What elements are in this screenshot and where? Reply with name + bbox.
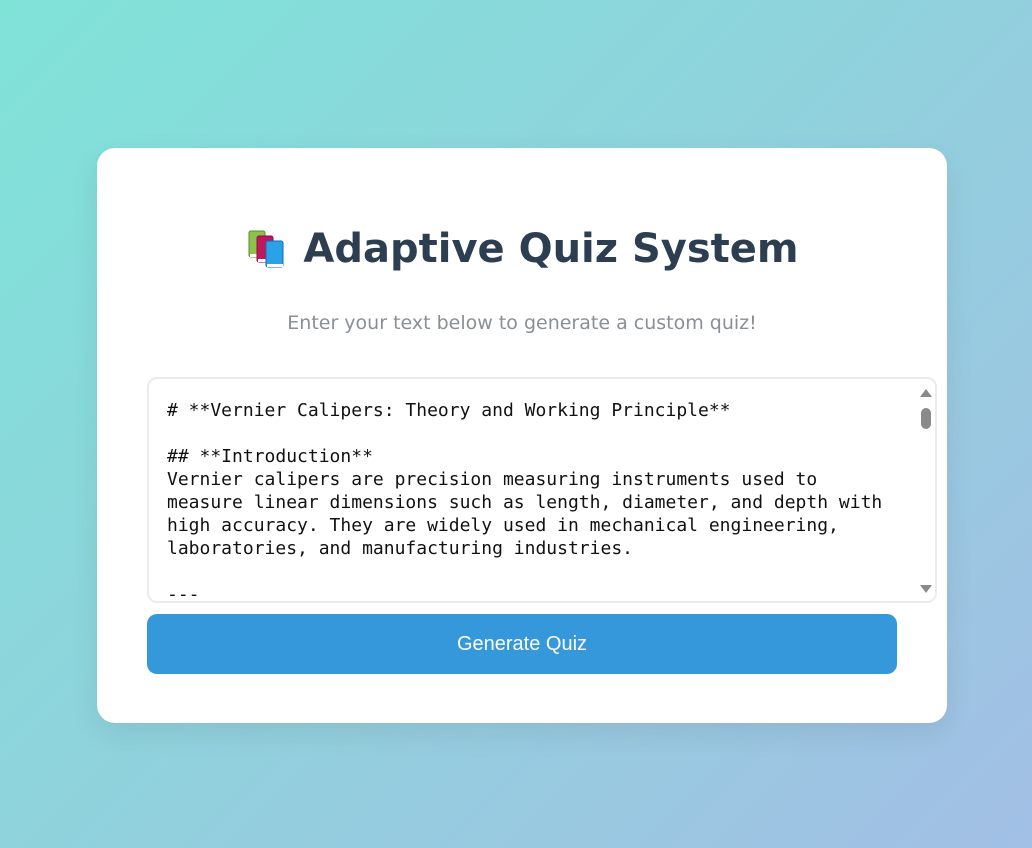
text-input-container: # **Vernier Calipers: Theory and Working… [147, 377, 937, 603]
scroll-down-icon[interactable] [920, 585, 932, 593]
scroll-thumb[interactable] [921, 408, 931, 429]
quiz-card: Adaptive Quiz System Enter your text bel… [97, 148, 947, 723]
page-subtitle: Enter your text below to generate a cust… [287, 312, 757, 334]
generate-quiz-button[interactable]: Generate Quiz [147, 614, 897, 674]
textarea-scrollbar[interactable] [917, 379, 935, 601]
page-title: Adaptive Quiz System [303, 226, 799, 272]
books-icon [245, 227, 289, 271]
header: Adaptive Quiz System [97, 226, 947, 272]
source-text-input[interactable]: # **Vernier Calipers: Theory and Working… [149, 379, 919, 601]
scroll-up-icon[interactable] [920, 389, 932, 397]
